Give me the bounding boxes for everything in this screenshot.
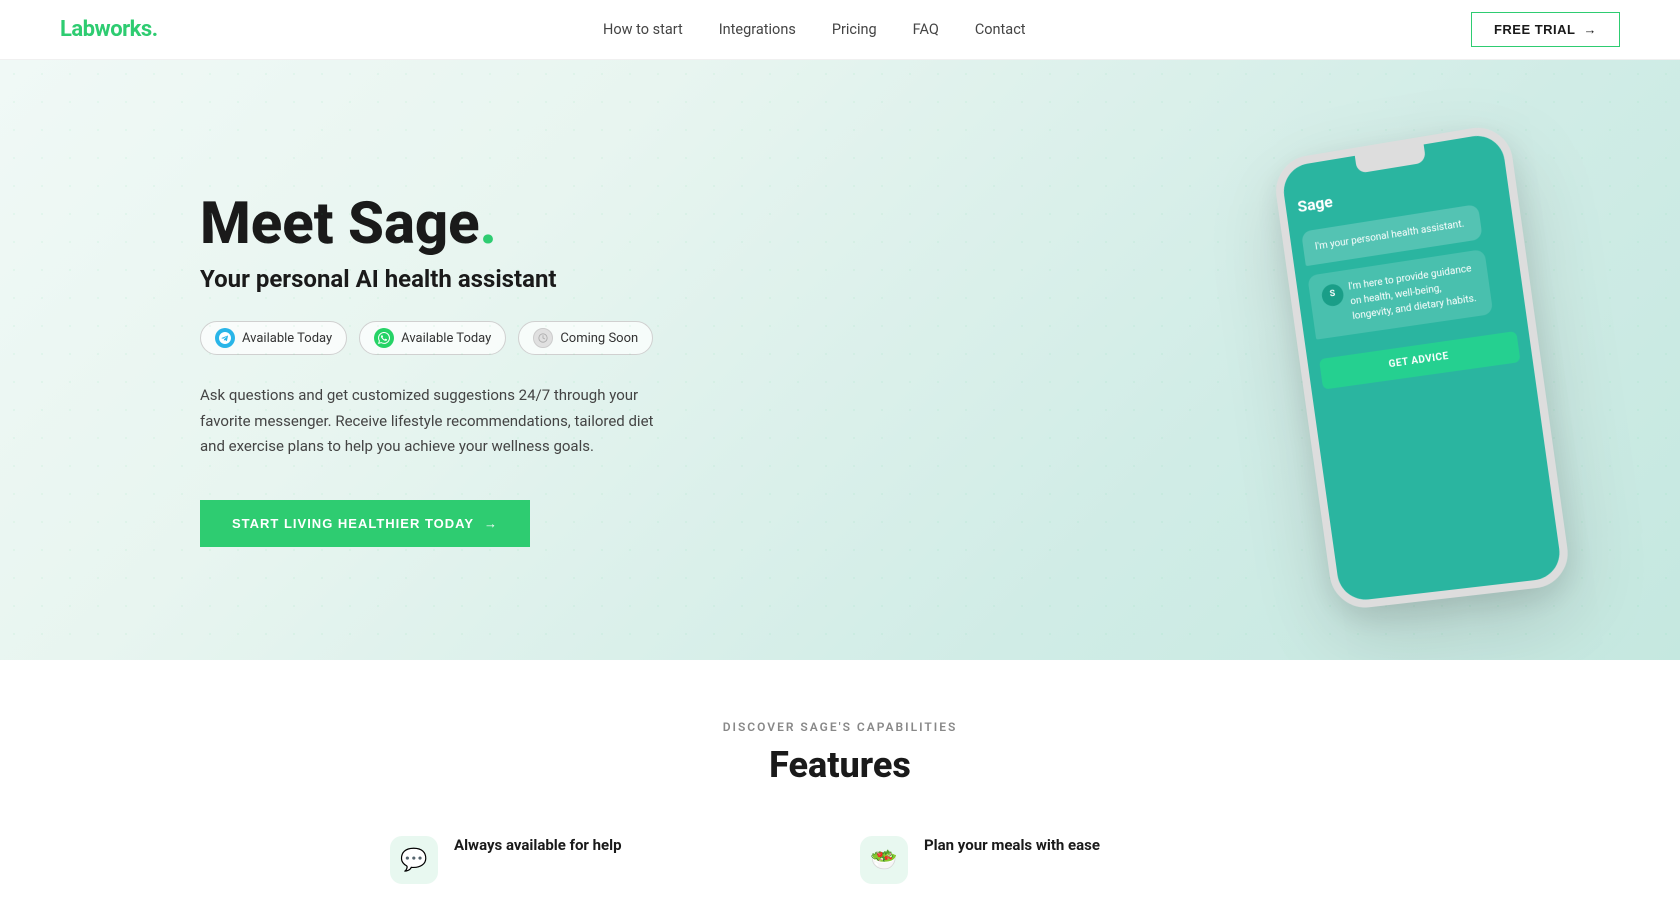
hero-section: Meet Sage. Your personal AI health assis…	[0, 60, 1680, 660]
features-label: DISCOVER SAGE'S CAPABILITIES	[40, 720, 1640, 734]
navbar: Labworks. How to start Integrations Pric…	[0, 0, 1680, 60]
hero-title: Meet Sage.	[200, 193, 680, 257]
logo-text: Labworks	[60, 17, 152, 42]
feature-icon-wrap-1: 🥗	[860, 836, 908, 884]
feature-title-1: Plan your meals with ease	[924, 836, 1100, 854]
arrow-icon: →	[1584, 22, 1598, 37]
coming-soon-icon	[533, 328, 553, 348]
hero-description: Ask questions and get customized suggest…	[200, 383, 680, 460]
hero-subtitle: Your personal AI health assistant	[200, 265, 680, 293]
hero-title-text: Meet Sage	[200, 190, 480, 258]
platform-badges: Available Today Available Today Coming S…	[200, 321, 680, 355]
hero-content: Meet Sage. Your personal AI health assis…	[200, 193, 680, 546]
feature-text-1: Plan your meals with ease	[924, 836, 1100, 854]
free-trial-button[interactable]: FREE TRIAL →	[1471, 12, 1620, 47]
feature-text-0: Always available for help	[454, 836, 622, 854]
features-title: Features	[40, 744, 1640, 786]
nav-faq[interactable]: FAQ	[913, 21, 939, 38]
feature-item-0: 💬 Always available for help	[390, 836, 820, 884]
cta-arrow-icon: →	[484, 516, 498, 531]
telegram-badge: Available Today	[200, 321, 347, 355]
cta-button[interactable]: START LIVING HEALTHIER TODAY →	[200, 500, 530, 547]
nav-integrations[interactable]: Integrations	[719, 21, 796, 38]
whatsapp-badge-label: Available Today	[401, 331, 491, 346]
features-grid: 💬 Always available for help 🥗 Plan your …	[390, 836, 1290, 884]
nav-how-to-start[interactable]: How to start	[603, 21, 683, 38]
nav-links: How to start Integrations Pricing FAQ Co…	[603, 21, 1026, 38]
logo[interactable]: Labworks.	[60, 17, 158, 42]
chat-bubble-2-text: I'm here to provide guidance on health, …	[1347, 261, 1480, 324]
cta-label: START LIVING HEALTHIER TODAY	[232, 516, 474, 531]
free-trial-label: FREE TRIAL	[1494, 22, 1576, 37]
hero-title-dot: .	[480, 190, 497, 258]
get-advice-button[interactable]: GET ADVICE	[1319, 331, 1521, 390]
feature-icon-wrap-0: 💬	[390, 836, 438, 884]
telegram-icon	[215, 328, 235, 348]
whatsapp-badge: Available Today	[359, 321, 506, 355]
chat-bubble-2: S I'm here to provide guidance on health…	[1307, 249, 1493, 340]
telegram-badge-label: Available Today	[242, 331, 332, 346]
feature-icon-0: 💬	[400, 848, 427, 873]
sage-avatar: S	[1321, 283, 1345, 308]
feature-item-1: 🥗 Plan your meals with ease	[860, 836, 1290, 884]
coming-soon-badge: Coming Soon	[518, 321, 653, 355]
phone-screen: Sage I'm your personal health assistant.…	[1280, 132, 1563, 603]
features-section: DISCOVER SAGE'S CAPABILITIES Features 💬 …	[0, 660, 1680, 904]
whatsapp-icon	[374, 328, 394, 348]
nav-pricing[interactable]: Pricing	[832, 21, 877, 38]
feature-title-0: Always available for help	[454, 836, 622, 854]
logo-dot: .	[152, 17, 158, 42]
phone-mockup-container: Sage I'm your personal health assistant.…	[1300, 140, 1540, 600]
coming-soon-label: Coming Soon	[560, 331, 638, 346]
phone-mockup: Sage I'm your personal health assistant.…	[1272, 122, 1573, 611]
feature-icon-1: 🥗	[870, 848, 897, 873]
nav-contact[interactable]: Contact	[975, 21, 1026, 38]
